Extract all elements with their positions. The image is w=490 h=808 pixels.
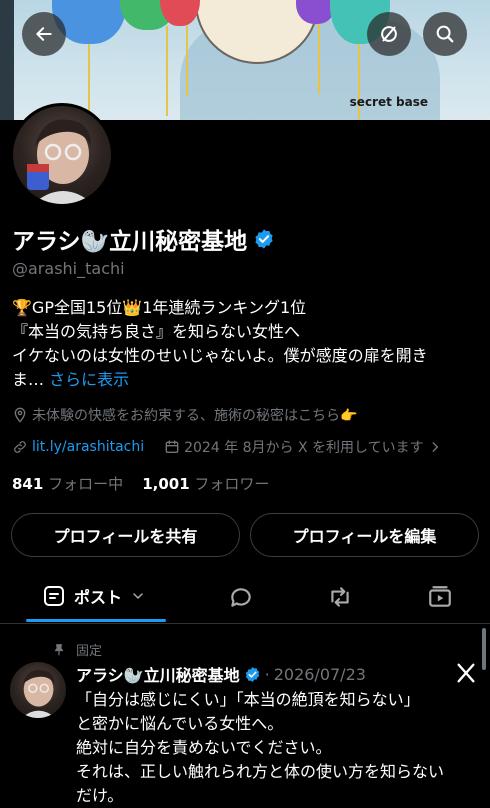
bio-line: ま… さらに表示 bbox=[12, 368, 482, 392]
location-icon bbox=[12, 407, 28, 423]
post-text[interactable]: 「自分は感じにくい」「本当の絶頂を知らない」 と密かに悩んでいる女性へ。 絶対に… bbox=[76, 688, 476, 808]
profile-link-row: lit.ly/arashitachi 2024 年 8月から X を利用していま… bbox=[12, 437, 442, 457]
profile-banner[interactable]: secret base bbox=[0, 0, 490, 120]
profile-tabs: ポスト bbox=[0, 574, 490, 622]
post-line: それは、正しい触れられ方と体の使い方を知らない bbox=[76, 762, 445, 781]
following-count: 841 bbox=[12, 475, 44, 493]
profile-name-row: アラシ🦭立川秘密基地 bbox=[12, 222, 275, 256]
verified-badge-icon bbox=[244, 666, 261, 683]
pinned-indicator: 固定 bbox=[52, 640, 102, 659]
post-line: だけ。 bbox=[76, 786, 124, 805]
chevron-right-icon[interactable] bbox=[428, 440, 442, 454]
verified-badge-icon[interactable] bbox=[253, 228, 275, 250]
post-line: 「自分は感じにくい」「本当の絶頂を知らない」 bbox=[76, 690, 420, 709]
media-icon bbox=[427, 584, 453, 610]
post-line: 絶対に自分を責めないでください。 bbox=[76, 738, 332, 757]
x-logo-icon[interactable] bbox=[455, 662, 477, 684]
profile-website-link[interactable]: lit.ly/arashitachi bbox=[32, 439, 144, 455]
tab-replies[interactable] bbox=[228, 584, 254, 610]
banner-balloon-string bbox=[88, 44, 90, 120]
avatar-portrait bbox=[27, 119, 93, 204]
profile-avatar[interactable] bbox=[10, 103, 114, 207]
joined-date: 2024 年 8月から X を利用しています bbox=[184, 440, 424, 456]
bio-line: 🏆GP全国15位👑1年連続ランキング1位 bbox=[12, 298, 307, 317]
post-author-name[interactable]: アラシ🦭立川秘密基地 bbox=[76, 662, 240, 686]
post-list-icon bbox=[42, 584, 66, 608]
search-icon bbox=[434, 23, 456, 45]
scrollbar[interactable] bbox=[482, 628, 486, 670]
post-header: アラシ🦭立川秘密基地 · 2026/07/23 bbox=[76, 662, 366, 686]
bio-tail: ま… bbox=[12, 370, 45, 389]
back-arrow-icon bbox=[34, 24, 54, 44]
edit-profile-button[interactable]: プロフィールを編集 bbox=[250, 513, 479, 557]
followers-link[interactable]: 1,001 フォロワー bbox=[142, 475, 269, 493]
banner-balloon-string bbox=[166, 26, 168, 116]
followers-count: 1,001 bbox=[142, 475, 190, 493]
active-tab-indicator bbox=[26, 619, 166, 622]
no-signal-icon bbox=[378, 23, 400, 45]
banner-wall bbox=[0, 0, 14, 120]
pin-icon bbox=[52, 643, 66, 657]
repost-icon bbox=[326, 584, 354, 610]
location-text: 未体験の快感をお約束する、施術の秘密はこちら👉 bbox=[32, 408, 358, 424]
bio-line: イケないのは女性のせいじゃないよ。僕が感度の扉を開き bbox=[12, 346, 428, 365]
following-label: フォロー中 bbox=[48, 475, 124, 493]
tabs-divider bbox=[0, 623, 490, 624]
profile-handle: @arashi_tachi bbox=[12, 259, 125, 278]
tab-media[interactable] bbox=[427, 584, 453, 610]
follow-stats: 841 フォロー中 1,001 フォロワー bbox=[12, 473, 269, 494]
chevron-down-icon bbox=[130, 588, 146, 604]
grok-analysis-button[interactable] bbox=[367, 12, 411, 56]
tab-posts-label: ポスト bbox=[74, 588, 123, 607]
calendar-icon bbox=[164, 439, 180, 455]
avatar-portrait bbox=[21, 669, 56, 718]
bio-line: 『本当の気持ち良さ』を知らない女性へ bbox=[12, 322, 301, 341]
followers-label: フォロワー bbox=[194, 475, 270, 493]
tab-reposts[interactable] bbox=[326, 584, 354, 610]
profile-name: アラシ🦭立川秘密基地 bbox=[12, 229, 248, 255]
profile-location: 未体験の快感をお約束する、施術の秘密はこちら👉 bbox=[12, 405, 357, 425]
banner-balloon-string bbox=[186, 26, 188, 96]
share-profile-button[interactable]: プロフィールを共有 bbox=[11, 513, 240, 557]
post-line: と密かに悩んでいる女性へ。 bbox=[76, 714, 284, 733]
banner-balloon-string bbox=[318, 24, 320, 94]
search-button[interactable] bbox=[423, 12, 467, 56]
post-author-avatar[interactable] bbox=[10, 662, 66, 718]
pinned-label: 固定 bbox=[76, 644, 103, 659]
show-more-link[interactable]: さらに表示 bbox=[49, 370, 129, 389]
following-link[interactable]: 841 フォロー中 bbox=[12, 475, 123, 493]
post-date[interactable]: 2026/07/23 bbox=[274, 665, 366, 684]
reply-bubble-icon bbox=[228, 584, 254, 610]
banner-caption: secret base bbox=[349, 95, 428, 109]
tab-posts[interactable]: ポスト bbox=[42, 584, 146, 608]
link-icon bbox=[12, 439, 28, 455]
back-button[interactable] bbox=[22, 12, 66, 56]
post-separator: · bbox=[264, 664, 270, 684]
profile-bio: 🏆GP全国15位👑1年連続ランキング1位 『本当の気持ち良さ』を知らない女性へ … bbox=[12, 296, 482, 392]
